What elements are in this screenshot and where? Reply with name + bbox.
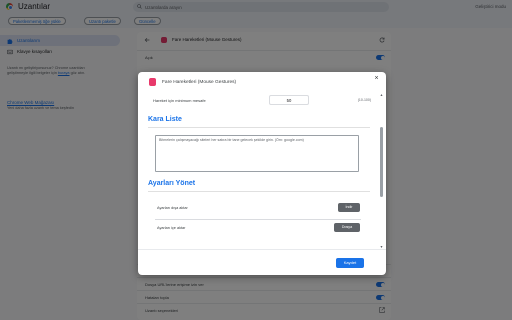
import-settings-row: Ayarları içe aktar Dosya Seç xyxy=(145,221,373,238)
save-button[interactable]: Kaydet xyxy=(336,258,364,268)
dialog-body: Hareket için minimum mesafe 50 (10-100) … xyxy=(145,93,373,249)
min-distance-range: (10-100) xyxy=(357,98,371,102)
dialog-header: Fare Hareketleri (Mouse Gestures) × xyxy=(138,72,386,92)
extension-logo-icon xyxy=(149,78,156,86)
scrollbar-thumb[interactable] xyxy=(380,127,383,197)
blacklist-heading: Kara Liste xyxy=(148,116,182,123)
choose-file-button[interactable]: Dosya Seç xyxy=(334,223,360,238)
divider xyxy=(148,191,370,192)
divider xyxy=(148,127,370,128)
close-icon[interactable]: × xyxy=(373,75,380,82)
min-distance-input[interactable]: 50 xyxy=(269,95,309,105)
manage-settings-heading: Ayarları Yönet xyxy=(148,180,196,187)
divider xyxy=(155,219,361,220)
dialog-footer: Kaydet xyxy=(138,249,386,275)
export-settings-row: Ayarları dışa aktar İndir xyxy=(145,201,373,215)
min-distance-row: Hareket için minimum mesafe 50 (10-100) xyxy=(145,93,373,109)
blacklist-textarea[interactable]: Bitmelerin çalışmayacağı siteleri her sa… xyxy=(155,135,359,172)
min-distance-label: Hareket için minimum mesafe xyxy=(153,98,206,103)
export-settings-label: Ayarları dışa aktar xyxy=(157,206,188,210)
dialog-title: Fare Hareketleri (Mouse Gestures) xyxy=(162,80,237,85)
dialog-scrollbar[interactable]: ▲ ▼ xyxy=(379,93,384,249)
download-button[interactable]: İndir xyxy=(338,203,360,212)
extension-options-dialog: Fare Hareketleri (Mouse Gestures) × Hare… xyxy=(138,72,386,275)
import-settings-label: Ayarları içe aktar xyxy=(157,226,186,230)
scroll-up-arrow-icon[interactable]: ▲ xyxy=(379,93,384,97)
